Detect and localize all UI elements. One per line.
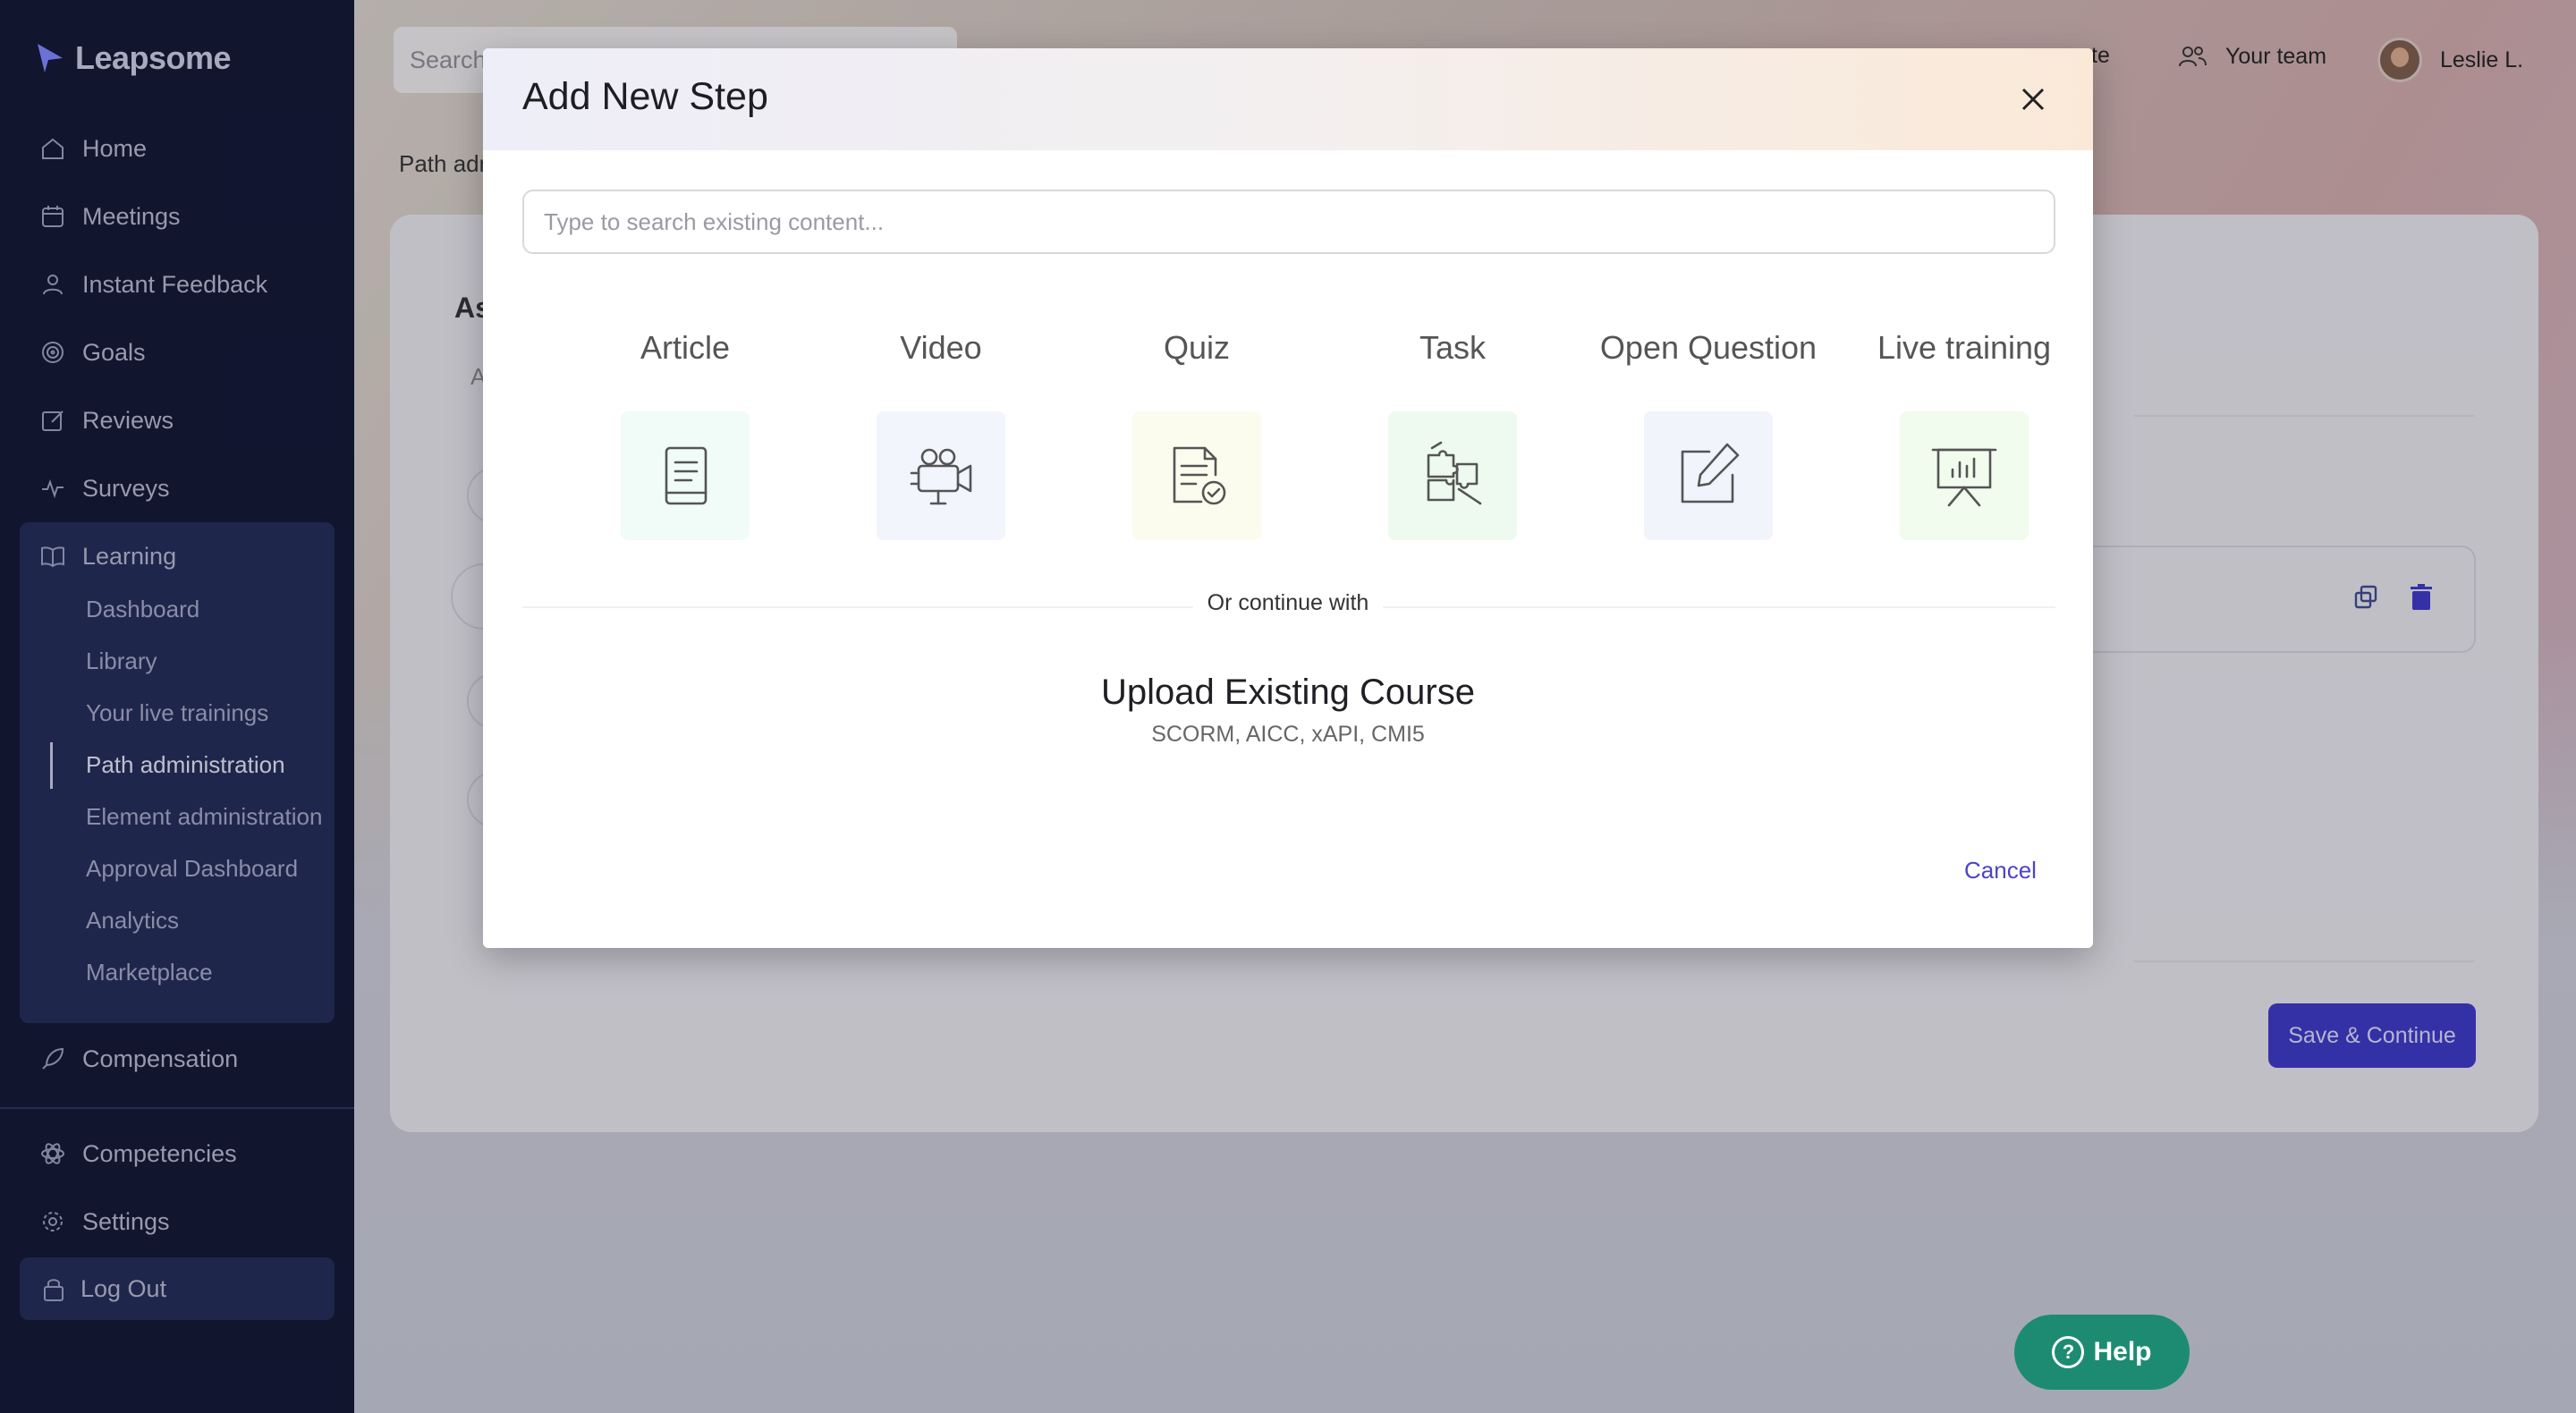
option-tile[interactable] <box>621 411 750 540</box>
or-continue-text: Or continue with <box>1192 590 1384 615</box>
option-tile[interactable] <box>1900 411 2029 540</box>
or-continue-label: Or continue with <box>483 590 2093 616</box>
help-label: Help <box>2093 1337 2152 1366</box>
puzzle-icon <box>1427 441 1482 505</box>
option-tile[interactable] <box>877 411 1005 540</box>
modal-header: Add New Step <box>483 48 2093 150</box>
option-tile[interactable] <box>1388 411 1517 540</box>
option-tile[interactable] <box>1644 411 1773 540</box>
option-open-question[interactable]: Open Question <box>1592 326 1825 594</box>
option-label: Live training <box>1877 329 2052 366</box>
option-label: Task <box>1419 329 1487 366</box>
cancel-button[interactable]: Cancel <box>1964 857 2037 884</box>
upload-formats: SCORM, AICC, xAPI, CMI5 <box>1151 722 1425 747</box>
quiz-icon <box>1173 446 1226 505</box>
book-icon <box>665 446 708 505</box>
option-video[interactable]: Video <box>825 326 1057 594</box>
option-label: Quiz <box>1163 329 1231 366</box>
option-label: Open Question <box>1599 329 1818 366</box>
pencil-square-icon <box>1681 443 1740 503</box>
option-label: Video <box>900 329 982 366</box>
option-label: Article <box>640 329 731 366</box>
option-live-training[interactable]: Live training <box>1848 326 2080 594</box>
help-button[interactable]: ? Help <box>2014 1315 2190 1390</box>
option-article[interactable]: Article <box>569 326 801 594</box>
modal-title: Add New Step <box>522 75 768 118</box>
question-icon: ? <box>2052 1336 2085 1368</box>
close-button[interactable] <box>2014 80 2052 118</box>
upload-existing-course[interactable]: Upload Existing Course SCORM, AICC, xAPI… <box>483 673 2093 748</box>
option-quiz[interactable]: Quiz <box>1080 326 1313 594</box>
upload-title: Upload Existing Course <box>1101 673 1475 712</box>
option-task[interactable]: Task <box>1336 326 1569 594</box>
camera-icon <box>910 448 972 505</box>
option-tile[interactable] <box>1132 411 1261 540</box>
close-icon <box>2021 88 2045 111</box>
content-search-input[interactable] <box>522 190 2055 254</box>
add-step-modal: Add New Step Article Video Quiz Task Ope… <box>483 48 2093 948</box>
presentation-icon <box>1931 448 1997 507</box>
